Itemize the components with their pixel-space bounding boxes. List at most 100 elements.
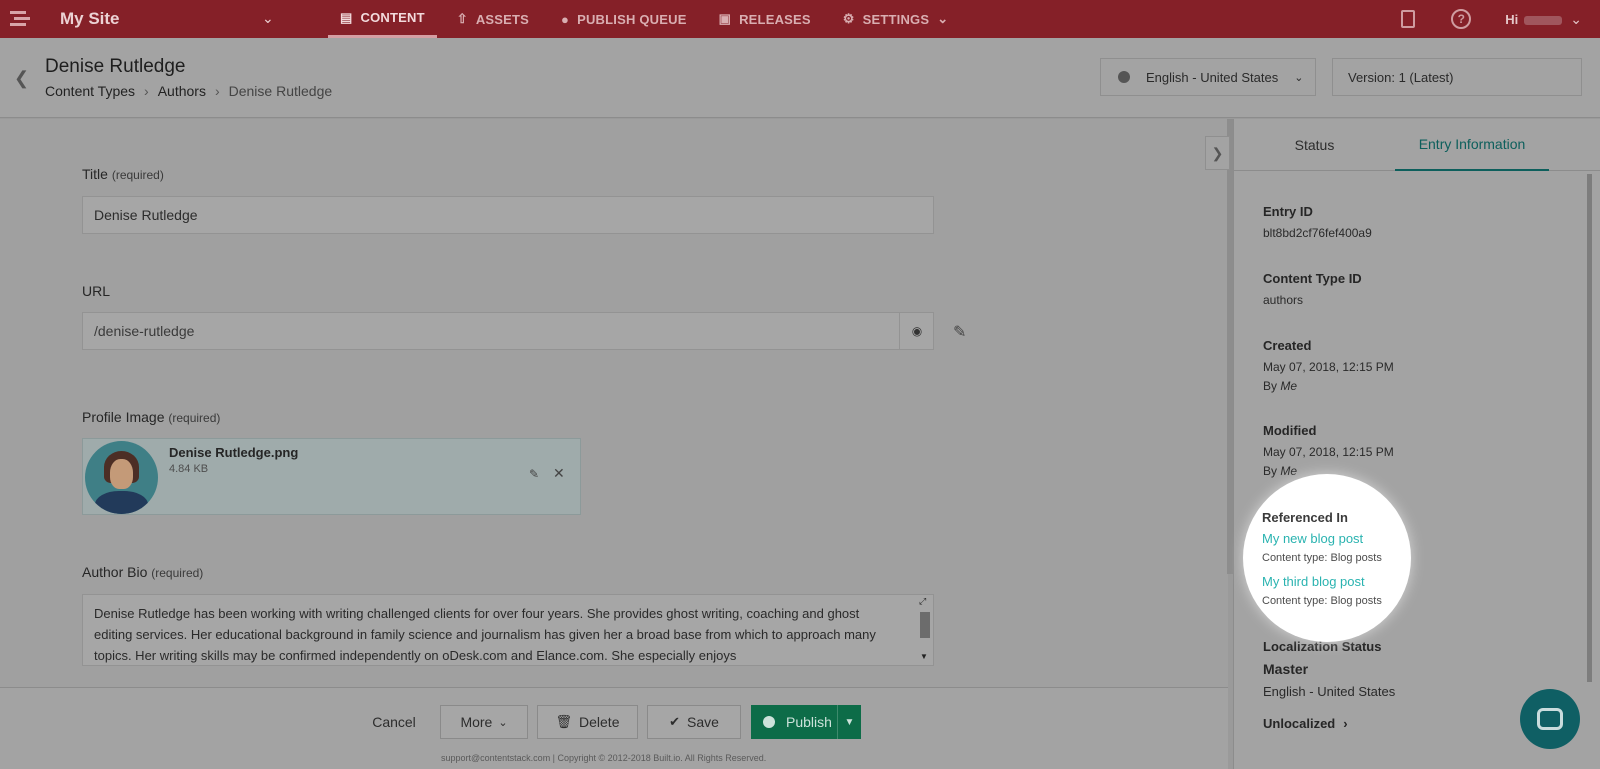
user-name-redacted bbox=[1524, 15, 1563, 25]
avatar-face bbox=[110, 459, 133, 489]
entry-id-value: blt8bd2cf76fef400a9 bbox=[1263, 226, 1372, 240]
user-menu-chevron-icon[interactable]: ⌄ bbox=[1570, 11, 1582, 28]
breadcrumb-separator-icon: › bbox=[214, 83, 220, 99]
nav-content-label: CONTENT bbox=[360, 10, 425, 25]
title-input[interactable]: Denise Rutledge bbox=[82, 196, 934, 234]
cancel-button[interactable]: Cancel bbox=[368, 705, 420, 739]
edit-url-pencil-icon[interactable]: ✎ bbox=[953, 322, 966, 342]
modified-value: May 07, 2018, 12:15 PM bbox=[1263, 445, 1394, 459]
entry-info-panel: Status Entry Information Entry ID blt8bd… bbox=[1233, 119, 1600, 769]
gear-icon: ⚙ bbox=[842, 11, 855, 26]
by-label: By bbox=[1263, 464, 1278, 478]
content-type-id-label: Content Type ID bbox=[1263, 271, 1362, 286]
title-field-label: Title (required) bbox=[82, 166, 164, 182]
created-label: Created bbox=[1263, 338, 1312, 353]
breadcrumb-authors[interactable]: Authors bbox=[158, 83, 206, 99]
copyright-text: support@contentstack.com | Copyright © 2… bbox=[441, 753, 767, 763]
nav-publish-queue-label: PUBLISH QUEUE bbox=[577, 11, 687, 27]
unlocalized-toggle[interactable]: Unlocalized › bbox=[1263, 716, 1348, 731]
user-menu[interactable]: Hi bbox=[1505, 11, 1563, 27]
action-footer: Cancel More ⌄ 🗑 Delete ✔ Save Publish ▼ sup… bbox=[0, 687, 1228, 769]
more-button-label: More bbox=[460, 714, 493, 730]
panel-tabs: Status Entry Information bbox=[1234, 119, 1600, 171]
modified-label: Modified bbox=[1263, 423, 1317, 438]
required-tag: (required) bbox=[151, 566, 204, 580]
remove-image-close-icon[interactable]: ✕ bbox=[553, 465, 565, 482]
upload-icon: ⇧ bbox=[456, 11, 468, 26]
by-label: By bbox=[1263, 379, 1278, 393]
author-bio-textarea[interactable]: Denise Rutledge has been working with wr… bbox=[82, 594, 934, 666]
globe-icon bbox=[1118, 71, 1130, 83]
expand-icon[interactable]: ⤢ bbox=[919, 596, 926, 607]
eye-icon[interactable]: ◉ bbox=[899, 312, 934, 350]
top-navigation-bar: My Site ⌄ ▤ CONTENT ⇧ ASSETS ● PUBLISH QUEU… bbox=[0, 0, 1600, 38]
collapse-panel-button[interactable]: ❯ bbox=[1205, 136, 1230, 170]
nav-releases-label: RELEASES bbox=[739, 11, 811, 27]
chat-bubble-icon bbox=[1537, 708, 1563, 730]
profile-image-card: Denise Rutledge.png 4.84 KB ✎ ✕ bbox=[82, 438, 581, 515]
created-by-user: Me bbox=[1280, 379, 1298, 393]
breadcrumb: Content Types › Authors › Denise Rutledg… bbox=[45, 83, 332, 99]
image-file-size: 4.84 KB bbox=[169, 463, 209, 475]
bio-scrollbar[interactable]: ⤢ ▼ bbox=[918, 596, 930, 664]
main-nav: ▤ CONTENT ⇧ ASSETS ● PUBLISH QUEUE ▣ RELEASE… bbox=[328, 0, 968, 38]
url-input[interactable]: /denise-rutledge bbox=[82, 312, 934, 350]
save-button[interactable]: ✔ Save bbox=[647, 705, 741, 739]
breadcrumb-separator-icon: › bbox=[144, 83, 149, 99]
breadcrumb-content-types[interactable]: Content Types bbox=[45, 83, 135, 99]
back-arrow-icon[interactable]: ❮ bbox=[14, 68, 29, 89]
reference-type-1: Content type: Blog posts bbox=[1262, 552, 1382, 564]
site-name[interactable]: My Site bbox=[60, 9, 260, 29]
unlocalized-label: Unlocalized bbox=[1263, 716, 1336, 731]
help-icon[interactable]: ? bbox=[1451, 9, 1472, 29]
entry-header: ❮ Denise Rutledge Content Types › Author… bbox=[0, 38, 1600, 118]
title-label-text: Title bbox=[82, 166, 108, 182]
reference-link-2[interactable]: My third blog post bbox=[1262, 574, 1365, 589]
panel-scrollbar[interactable] bbox=[1587, 174, 1592, 682]
avatar-body bbox=[95, 491, 148, 514]
entry-id-label: Entry ID bbox=[1263, 204, 1313, 219]
created-by: By Me bbox=[1263, 379, 1297, 393]
chat-launcher-button[interactable] bbox=[1520, 689, 1580, 749]
nav-releases[interactable]: ▣ RELEASES bbox=[707, 0, 823, 38]
site-selector-chevron-icon[interactable]: ⌄ bbox=[262, 10, 274, 27]
greeting: Hi bbox=[1505, 11, 1519, 27]
save-button-label: Save bbox=[686, 714, 719, 730]
chevron-down-icon: ⌄ bbox=[937, 11, 949, 26]
publish-button[interactable]: Publish ▼ bbox=[751, 705, 861, 739]
profile-image-label: Profile Image (required) bbox=[82, 409, 220, 425]
tab-status[interactable]: Status bbox=[1234, 119, 1395, 171]
author-bio-label: Author Bio (required) bbox=[82, 564, 203, 580]
reference-link-1[interactable]: My new blog post bbox=[1262, 531, 1363, 546]
modified-by-user: Me bbox=[1280, 464, 1298, 478]
chevron-down-icon: ⌄ bbox=[1294, 71, 1304, 84]
document-icon: ▤ bbox=[340, 9, 353, 25]
version-selector[interactable]: Version: 1 (Latest) bbox=[1332, 58, 1582, 96]
image-file-name[interactable]: Denise Rutledge.png bbox=[169, 445, 298, 460]
chevron-down-icon: ⌄ bbox=[498, 716, 508, 729]
breadcrumb-current: Denise Rutledge bbox=[228, 83, 333, 99]
delete-button[interactable]: 🗑 Delete bbox=[537, 705, 638, 739]
nav-publish-queue[interactable]: ● PUBLISH QUEUE bbox=[549, 0, 699, 38]
localization-master: Master bbox=[1263, 661, 1309, 677]
more-button[interactable]: More ⌄ bbox=[440, 705, 528, 739]
nav-content[interactable]: ▤ CONTENT bbox=[328, 0, 437, 38]
language-selector[interactable]: English - United States ⌄ bbox=[1100, 58, 1316, 96]
publish-options-chevron-icon[interactable]: ▼ bbox=[837, 705, 861, 739]
publish-button-label: Publish bbox=[786, 714, 832, 730]
nav-settings[interactable]: ⚙ SETTINGS ⌄ bbox=[831, 0, 961, 38]
author-bio-label-text: Author Bio bbox=[82, 564, 148, 580]
chevron-right-icon: › bbox=[1343, 716, 1348, 731]
trash-icon: 🗑 bbox=[555, 714, 573, 729]
scroll-down-icon[interactable]: ▼ bbox=[920, 652, 928, 661]
created-value: May 07, 2018, 12:15 PM bbox=[1263, 360, 1394, 374]
bio-scrollbar-thumb[interactable] bbox=[920, 612, 930, 638]
edit-image-icon[interactable]: ✎ bbox=[529, 467, 539, 481]
contentstack-logo-icon[interactable] bbox=[0, 0, 42, 38]
nav-assets-label: ASSETS bbox=[475, 11, 530, 27]
nav-assets[interactable]: ⇧ ASSETS bbox=[445, 0, 541, 38]
tab-entry-information[interactable]: Entry Information bbox=[1395, 119, 1549, 171]
delete-button-label: Delete bbox=[579, 714, 620, 730]
clipboard-icon[interactable] bbox=[1401, 10, 1416, 28]
modified-by: By Me bbox=[1263, 464, 1297, 478]
